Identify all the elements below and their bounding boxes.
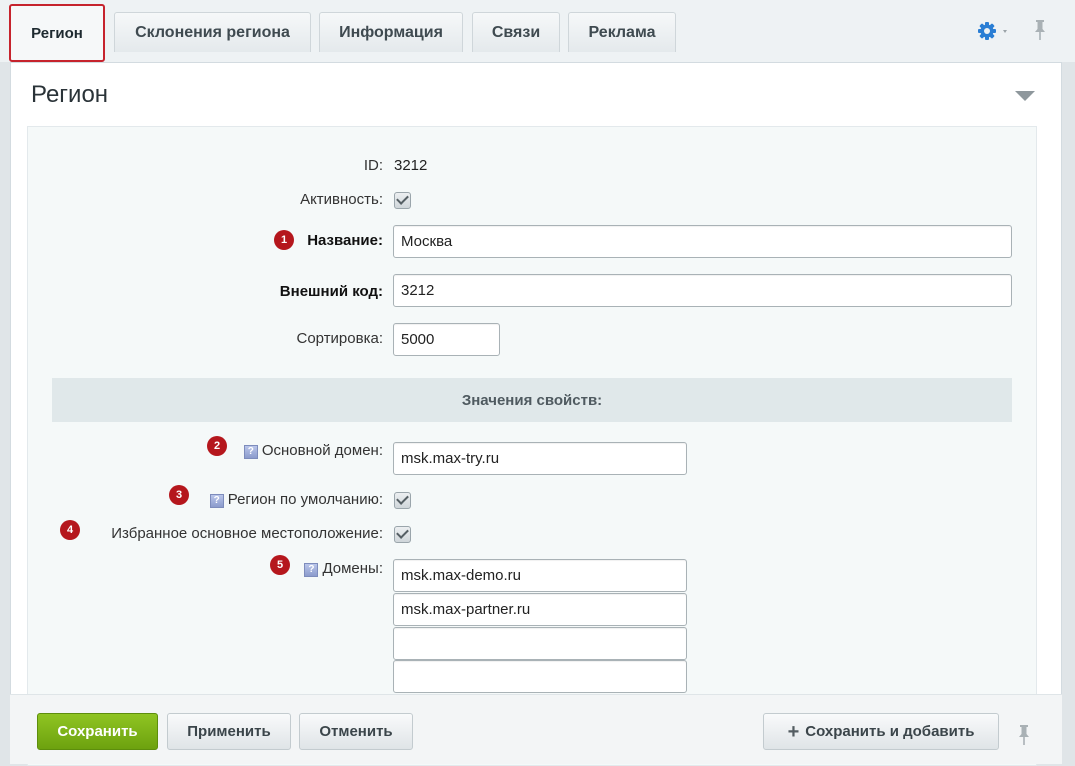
domain-field-1[interactable] (393, 559, 687, 592)
pin-icon[interactable] (1031, 18, 1049, 42)
panel-title: Регион (31, 81, 109, 108)
callout-badge-1: 1 (274, 230, 294, 250)
sort-field[interactable] (393, 323, 500, 356)
gear-icon[interactable] (976, 20, 1010, 42)
callout-badge-3: 3 (169, 485, 189, 505)
plus-icon: + (787, 720, 800, 743)
main-domain-field[interactable] (393, 442, 687, 475)
tab-bar: Регион Склонения региона Информация Связ… (0, 0, 1075, 62)
help-icon[interactable]: ? (243, 445, 258, 459)
favorite-location-label: Избранное основное местоположение: (111, 525, 383, 542)
name-label: Название: (307, 232, 383, 249)
domain-field-4[interactable] (393, 660, 687, 693)
tab-region[interactable]: Регион (9, 4, 105, 62)
main-domain-label: ? Основной домен: (243, 442, 383, 459)
properties-section-header: Значения свойств: (52, 378, 1012, 422)
apply-button[interactable]: Применить (167, 713, 291, 750)
external-code-label: Внешний код: (279, 283, 383, 300)
cancel-button[interactable]: Отменить (299, 713, 413, 750)
id-value: 3212 (394, 157, 428, 174)
callout-badge-4: 4 (60, 520, 80, 540)
id-label: ID: (363, 157, 383, 174)
active-checkbox[interactable] (394, 192, 411, 209)
default-region-checkbox[interactable] (394, 492, 411, 509)
name-field[interactable] (393, 225, 1012, 258)
tab-region-declensions[interactable]: Склонения региона (114, 12, 311, 52)
callout-badge-5: 5 (270, 555, 290, 575)
tab-links[interactable]: Связи (472, 12, 560, 52)
callout-badge-2: 2 (207, 436, 227, 456)
triangle-down-icon[interactable] (1015, 91, 1035, 101)
external-code-field[interactable] (393, 274, 1012, 307)
active-label: Активность: (300, 191, 383, 208)
domains-label: ? Домены: (304, 560, 383, 577)
sort-label: Сортировка: (296, 330, 384, 347)
save-button[interactable]: Сохранить (37, 713, 158, 750)
tab-information[interactable]: Информация (319, 12, 463, 52)
domain-field-2[interactable] (393, 593, 687, 626)
help-icon[interactable]: ? (209, 494, 224, 508)
tab-ads[interactable]: Реклама (568, 12, 676, 52)
default-region-label: ? Регион по умолчанию: (209, 491, 383, 508)
help-icon[interactable]: ? (304, 563, 319, 577)
domain-field-3[interactable] (393, 627, 687, 660)
favorite-location-checkbox[interactable] (394, 526, 411, 543)
save-and-add-label: Сохранить и добавить (805, 723, 975, 740)
save-and-add-button[interactable]: + Сохранить и добавить (763, 713, 999, 750)
pin-icon[interactable] (1016, 724, 1032, 746)
